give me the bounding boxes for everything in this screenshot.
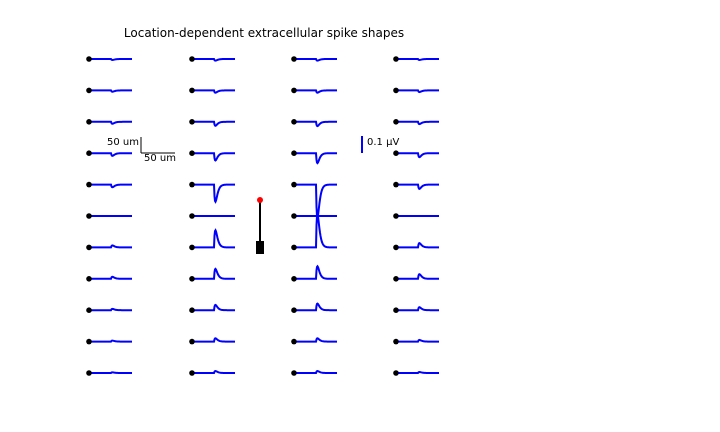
- electrode-marker: [86, 213, 92, 219]
- electrode-marker: [189, 181, 195, 188]
- electrode-marker: [291, 244, 297, 251]
- spike-trace: [294, 369, 337, 374]
- spike-trace: [396, 183, 439, 190]
- spike-trace: [396, 306, 439, 312]
- electrode-marker: [86, 87, 92, 94]
- electrode-marker: [189, 119, 195, 125]
- electrode-marker: [86, 276, 92, 282]
- spike-trace: [89, 152, 132, 157]
- electrode-marker: [393, 119, 399, 125]
- spike-trace: [192, 58, 235, 62]
- electrode-marker: [393, 213, 399, 219]
- spike-trace: [89, 371, 132, 374]
- electrode-marker: [291, 276, 297, 282]
- electrode-marker: [189, 150, 195, 156]
- spike-trace: [396, 338, 439, 343]
- spike-trace: [396, 89, 439, 94]
- spike-trace: [192, 267, 235, 280]
- spike-trace: [192, 228, 235, 249]
- electrode-marker: [86, 181, 92, 188]
- electrode-marker: [189, 307, 195, 314]
- spike-trace: [192, 89, 235, 94]
- scalebar-vertical-label: 50 um: [107, 137, 139, 148]
- spike-trace: [396, 152, 439, 159]
- electrode-marker: [291, 56, 297, 62]
- distance-scalebar: 50 um 50 um: [107, 137, 176, 164]
- electrode-marker: [189, 338, 195, 345]
- spike-trace: [192, 152, 235, 162]
- spike-trace: [294, 120, 337, 128]
- electrode-marker: [86, 56, 92, 62]
- electrode-marker: [86, 338, 92, 345]
- spike-trace: [396, 273, 439, 280]
- electrode-marker: [291, 181, 297, 188]
- spike-trace: [89, 58, 132, 61]
- spike-trace: [294, 264, 337, 280]
- electrode-marker: [291, 338, 297, 345]
- electrode-marker: [86, 307, 92, 314]
- spike-trace: [89, 307, 132, 312]
- electrode-marker: [189, 213, 195, 219]
- spike-trace: [89, 183, 132, 189]
- spike-trace: [192, 120, 235, 127]
- electrode-marker: [189, 370, 195, 376]
- electrode-marker: [189, 87, 195, 94]
- electrode-marker: [393, 307, 399, 314]
- spike-trace: [396, 58, 439, 61]
- spike-trace: [89, 120, 132, 125]
- electrode-marker: [291, 119, 297, 125]
- spike-trace: [396, 242, 439, 249]
- electrode-marker: [393, 276, 399, 282]
- electrode-marker: [393, 338, 399, 345]
- amplitude-scalebar: 0.1 μV: [361, 136, 399, 153]
- electrode-marker: [393, 370, 399, 376]
- electrode-marker: [189, 276, 195, 282]
- spike-trace: [89, 89, 132, 93]
- spike-shape-figure: Location-dependent extracellular spike s…: [86, 26, 439, 376]
- spike-trace: [294, 152, 337, 165]
- spike-trace: [89, 275, 132, 280]
- electrode-marker: [86, 244, 92, 251]
- spike-trace: [294, 210, 337, 249]
- spike-trace: [294, 58, 337, 62]
- spike-trace: [192, 303, 235, 312]
- spike-trace: [396, 371, 439, 374]
- electrode-marker: [86, 370, 92, 376]
- electrode-marker: [291, 213, 297, 219]
- electrode-marker: [393, 87, 399, 94]
- electrode-marker: [393, 150, 399, 156]
- electrode-marker: [291, 370, 297, 376]
- neuron-morphology: [256, 197, 264, 254]
- neuron-soma-body: [256, 241, 264, 254]
- spike-trace: [192, 183, 235, 204]
- electrode-marker: [86, 150, 92, 156]
- amplitude-scalebar-label: 0.1 μV: [367, 137, 399, 148]
- electrode-marker: [189, 56, 195, 62]
- spike-trace: [192, 369, 235, 374]
- electrode-marker: [393, 181, 399, 188]
- electrode-marker: [291, 150, 297, 156]
- electrode-marker: [86, 119, 92, 125]
- electrode-marker: [189, 244, 195, 251]
- chart-title: Location-dependent extracellular spike s…: [124, 26, 404, 40]
- electrode-marker: [291, 87, 297, 94]
- spike-trace: [294, 337, 337, 343]
- scalebar-horizontal-label: 50 um: [144, 153, 176, 164]
- electrode-grid: [86, 56, 439, 376]
- spike-trace: [192, 337, 235, 343]
- spike-trace: [89, 339, 132, 343]
- spike-trace: [89, 244, 132, 249]
- soma-marker: [257, 197, 263, 203]
- spike-trace: [396, 120, 439, 126]
- spike-trace: [294, 183, 337, 222]
- spike-trace: [294, 302, 337, 312]
- electrode-marker: [291, 307, 297, 314]
- electrode-marker: [393, 56, 399, 62]
- electrode-marker: [393, 244, 399, 251]
- spike-trace: [294, 89, 337, 94]
